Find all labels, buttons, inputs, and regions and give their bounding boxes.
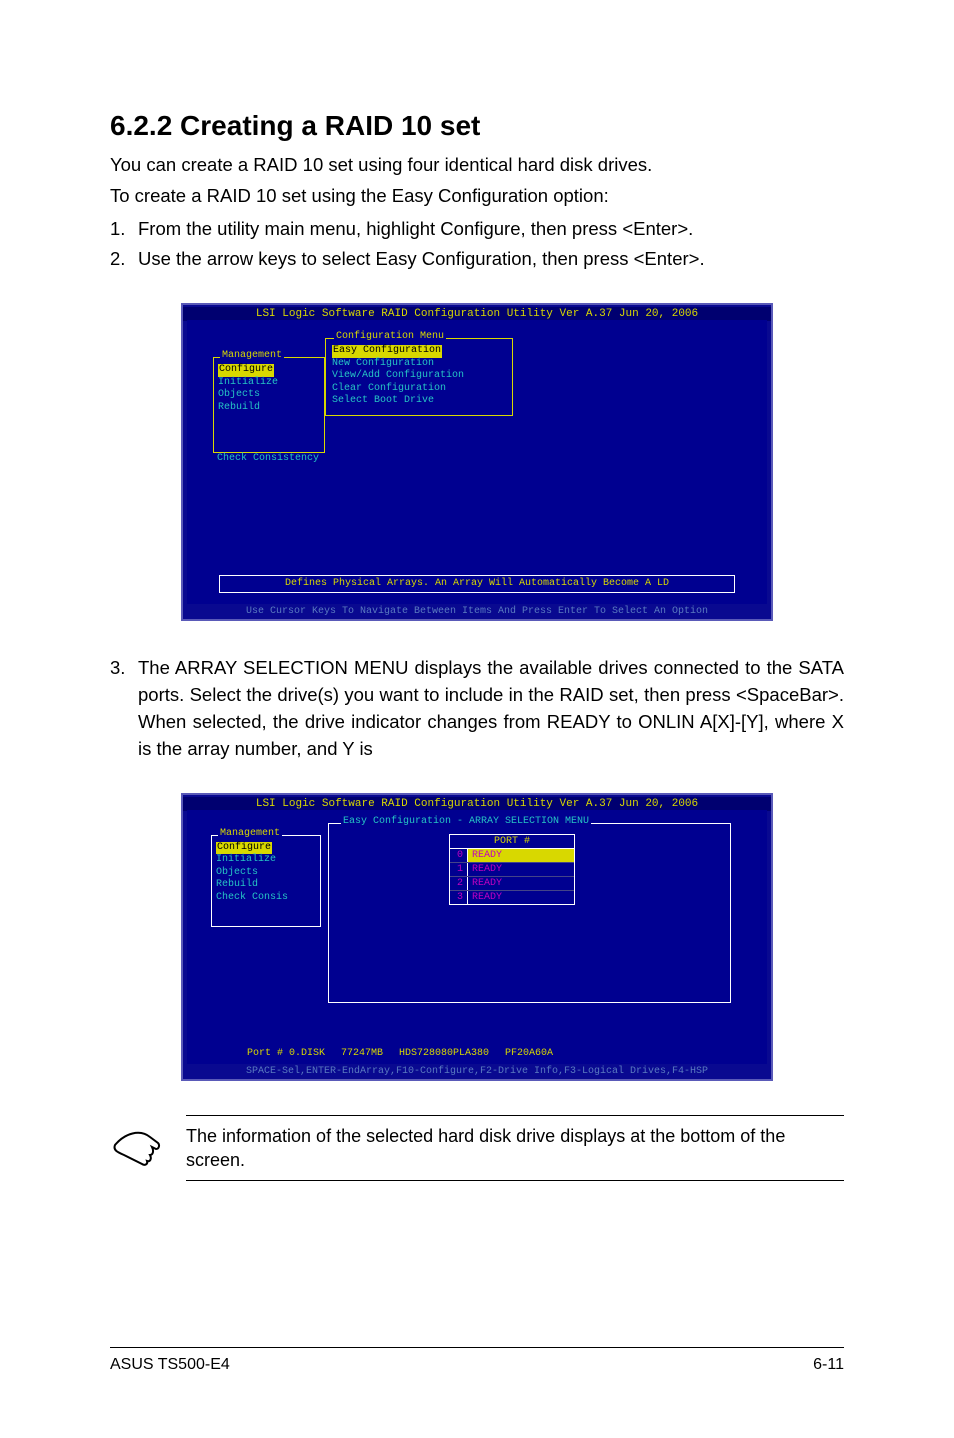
drive-port: Port # 0.DISK: [247, 1048, 325, 1059]
footer-page-number: 6-11: [813, 1356, 844, 1374]
utility-title-bar: LSI Logic Software RAID Configuration Ut…: [183, 307, 771, 321]
raid-utility-screenshot-1: LSI Logic Software RAID Configuration Ut…: [181, 303, 773, 621]
port-status: READY: [468, 849, 574, 862]
step-text: The ARRAY SELECTION MENU displays the av…: [138, 655, 844, 762]
management-menu-items: Configure Initialize Objects Rebuild Che…: [212, 836, 320, 909]
menu-item-configure[interactable]: Configure: [216, 842, 272, 855]
management-menu-box: Management Configure Initialize Objects …: [213, 357, 325, 453]
menu-item-rebuild[interactable]: Rebuild: [218, 402, 320, 415]
step-3: 3. The ARRAY SELECTION MENU displays the…: [110, 655, 844, 762]
utility-title-bar: LSI Logic Software RAID Configuration Ut…: [183, 797, 771, 811]
step-number: 1.: [110, 216, 138, 243]
menu-item-initialize[interactable]: Initialize: [216, 854, 316, 867]
drive-model: HDS728080PLA380: [399, 1048, 489, 1059]
drive-firmware: PF20A60A: [505, 1048, 553, 1059]
cfg-item-clear[interactable]: Clear Configuration: [332, 383, 506, 396]
step-1: 1. From the utility main menu, highlight…: [110, 216, 844, 243]
cfg-item-boot[interactable]: Select Boot Drive: [332, 395, 506, 408]
easy-configuration-title: Easy Configuration - ARRAY SELECTION MEN…: [341, 816, 591, 827]
cfg-item-easy[interactable]: Easy Configuration: [332, 345, 442, 358]
menu-item-rebuild[interactable]: Rebuild: [216, 879, 316, 892]
port-number: 3: [450, 891, 468, 904]
menu-item-initialize[interactable]: Initialize: [218, 377, 320, 390]
intro-paragraph-1: You can create a RAID 10 set using four …: [110, 152, 844, 179]
port-row-0[interactable]: 0 READY: [450, 849, 574, 863]
configuration-menu-items: Easy Configuration New Configuration Vie…: [326, 339, 512, 412]
intro-paragraph-2: To create a RAID 10 set using the Easy C…: [110, 183, 844, 210]
port-status: READY: [468, 891, 574, 904]
note-block: The information of the selected hard dis…: [110, 1115, 844, 1182]
cfg-item-view-add[interactable]: View/Add Configuration: [332, 370, 506, 383]
management-menu-title: Management: [220, 350, 284, 361]
management-menu-box: Management Configure Initialize Objects …: [211, 835, 321, 927]
help-text-box: Defines Physical Arrays. An Array Will A…: [219, 575, 735, 593]
drive-info-bar: Port # 0.DISK 77247MB HDS728080PLA380 PF…: [247, 1048, 731, 1059]
screenshot-2-container: LSI Logic Software RAID Configuration Ut…: [110, 793, 844, 1081]
port-status: READY: [468, 863, 574, 876]
port-table-header: PORT #: [450, 835, 574, 849]
note-hand-icon: [110, 1115, 164, 1167]
menu-item-objects[interactable]: Objects: [216, 867, 316, 880]
footer-product: ASUS TS500-E4: [110, 1356, 230, 1374]
port-row-3[interactable]: 3 READY: [450, 891, 574, 904]
management-menu-title: Management: [218, 828, 282, 839]
note-text: The information of the selected hard dis…: [186, 1115, 844, 1182]
utility-footer-hint: SPACE-Sel,ENTER-EndArray,F10-Configure,F…: [183, 1066, 771, 1077]
step-2: 2. Use the arrow keys to select Easy Con…: [110, 246, 844, 273]
raid-utility-screenshot-2: LSI Logic Software RAID Configuration Ut…: [181, 793, 773, 1081]
page-footer: ASUS TS500-E4 6-11: [110, 1347, 844, 1374]
section-heading: 6.2.2 Creating a RAID 10 set: [110, 110, 844, 142]
menu-item-configure[interactable]: Configure: [218, 364, 274, 377]
utility-footer-hint: Use Cursor Keys To Navigate Between Item…: [183, 606, 771, 617]
port-row-2[interactable]: 2 READY: [450, 877, 574, 891]
menu-item-check-consis[interactable]: Check Consis: [216, 892, 316, 905]
document-page: 6.2.2 Creating a RAID 10 set You can cre…: [0, 0, 954, 1438]
port-row-1[interactable]: 1 READY: [450, 863, 574, 877]
step-text: From the utility main menu, highlight Co…: [138, 216, 844, 243]
management-menu-items: Configure Initialize Objects Rebuild: [214, 358, 324, 418]
port-table: PORT # 0 READY 1 READY 2 READY 3: [449, 834, 575, 905]
port-number: 2: [450, 877, 468, 890]
port-status: READY: [468, 877, 574, 890]
steps-list-continued: 3. The ARRAY SELECTION MENU displays the…: [110, 655, 844, 762]
step-number: 2.: [110, 246, 138, 273]
menu-item-objects[interactable]: Objects: [218, 389, 320, 402]
menu-item-check-consistency[interactable]: Check Consistency: [217, 453, 319, 464]
step-number: 3.: [110, 655, 138, 762]
steps-list: 1. From the utility main menu, highlight…: [110, 216, 844, 274]
screenshot-1-container: LSI Logic Software RAID Configuration Ut…: [110, 303, 844, 621]
cfg-item-new[interactable]: New Configuration: [332, 358, 506, 371]
port-number: 0: [450, 849, 468, 862]
step-text: Use the arrow keys to select Easy Config…: [138, 246, 844, 273]
drive-size: 77247MB: [341, 1048, 383, 1059]
configuration-menu-title: Configuration Menu: [334, 331, 446, 342]
configuration-menu-box: Configuration Menu Easy Configuration Ne…: [325, 338, 513, 416]
easy-configuration-box: Easy Configuration - ARRAY SELECTION MEN…: [328, 823, 731, 1003]
port-number: 1: [450, 863, 468, 876]
